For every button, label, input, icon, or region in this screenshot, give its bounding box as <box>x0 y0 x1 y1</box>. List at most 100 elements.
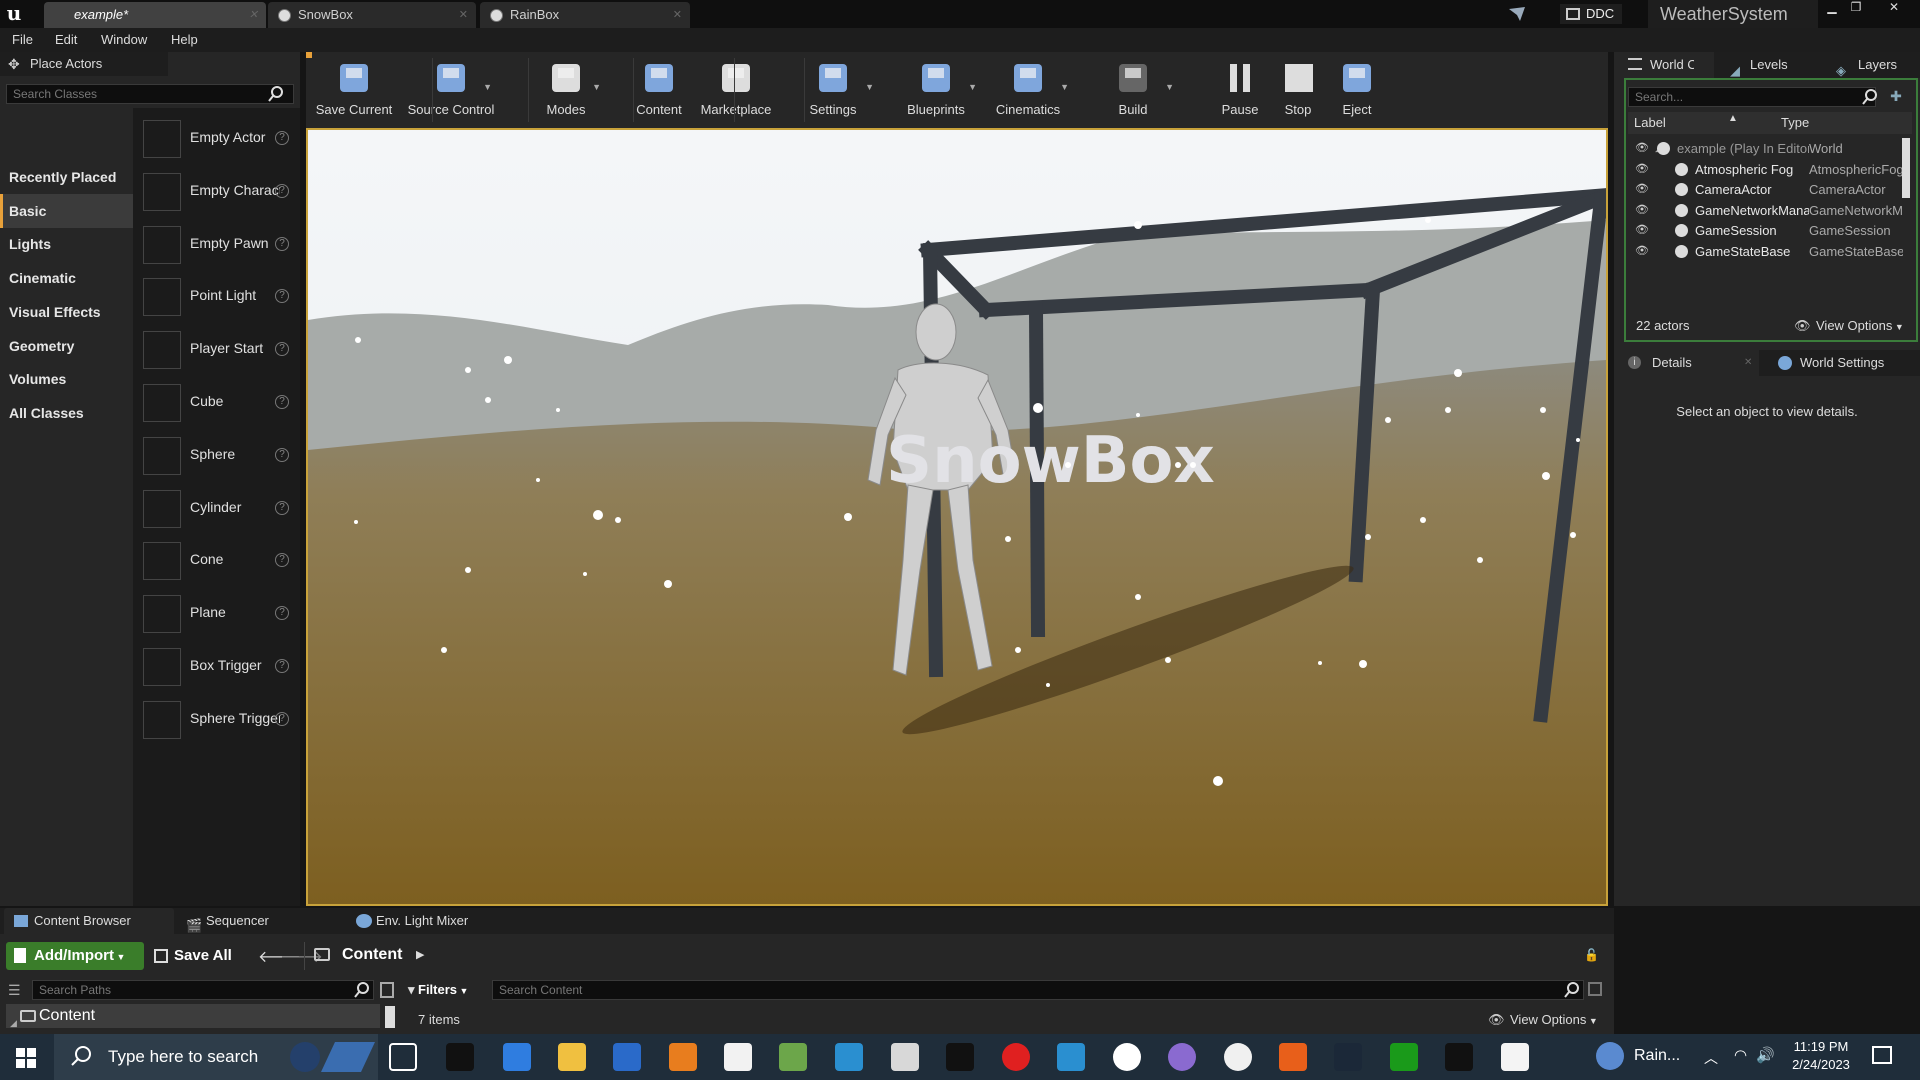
menu-edit[interactable]: Edit <box>55 32 77 47</box>
search-icon[interactable] <box>1862 89 1878 105</box>
notepad-icon[interactable] <box>1501 1043 1529 1071</box>
visibility-eye-icon[interactable]: 👁 <box>1635 159 1649 180</box>
actor-item-cube[interactable]: Cube? <box>140 378 295 426</box>
search-icon[interactable] <box>268 86 284 102</box>
tab-example[interactable]: example* ✕ <box>44 2 266 28</box>
level-viewport[interactable]: SnowBox <box>306 128 1608 906</box>
category-cinematic[interactable]: Cinematic <box>0 261 133 295</box>
source-control-button[interactable]: Source Control ▼ <box>406 52 496 128</box>
dropdown-arrow-icon[interactable]: ▼ <box>865 82 874 92</box>
unreal-logo-icon[interactable]: u <box>2 1 26 27</box>
xbox-icon[interactable] <box>1390 1043 1418 1071</box>
collections-icon[interactable] <box>380 982 394 998</box>
outliner-row[interactable]: 👁 GameSession GameSession <box>1631 220 1912 241</box>
tab-sequencer[interactable]: 🎬 Sequencer <box>176 908 342 934</box>
visibility-eye-icon[interactable]: 👁 <box>1635 179 1649 200</box>
help-icon[interactable]: ? <box>275 395 289 409</box>
tab-rainbox[interactable]: RainBox ✕ <box>480 2 690 28</box>
minecraft-icon[interactable] <box>779 1043 807 1071</box>
outliner-row[interactable]: 👁 GameStateBase GameStateBase <box>1631 241 1912 262</box>
github-icon[interactable] <box>1113 1043 1141 1071</box>
place-actors-tab[interactable]: ✥ Place Actors <box>0 52 168 76</box>
path-chevron-icon[interactable]: ▶ <box>416 948 424 961</box>
dropdown-arrow-icon[interactable]: ▼ <box>1060 82 1069 92</box>
minimize-button[interactable]: ▁ <box>1820 0 1844 16</box>
record-icon[interactable] <box>1002 1043 1030 1071</box>
cinematics-button[interactable]: Cinematics ▼ <box>983 52 1073 128</box>
weather-icon[interactable] <box>1596 1042 1624 1070</box>
tab-close-icon[interactable]: ✕ <box>1744 350 1752 376</box>
modes-button[interactable]: Modes ▼ <box>521 52 611 128</box>
search-paths-input[interactable]: Search Paths <box>32 980 374 1000</box>
add-folder-icon[interactable]: ✚ <box>1886 88 1906 106</box>
actor-item-empty-pawn[interactable]: Empty Pawn? <box>140 220 295 268</box>
tab-close-icon[interactable]: ✕ <box>459 2 468 28</box>
mail-client-icon[interactable] <box>891 1043 919 1071</box>
search-classes-input[interactable]: Search Classes <box>6 84 294 104</box>
tab-content-browser[interactable]: Content Browser <box>4 908 174 934</box>
weather-text[interactable]: Rain... <box>1634 1047 1680 1065</box>
help-icon[interactable]: ? <box>275 131 289 145</box>
vscode-icon[interactable] <box>1057 1043 1085 1071</box>
dropdown-arrow-icon[interactable]: ▼ <box>1165 82 1174 92</box>
github-desktop-icon[interactable] <box>1168 1043 1196 1071</box>
cb-view-options[interactable]: 👁 View Options ▼ <box>1488 1012 1608 1027</box>
task-view-icon[interactable] <box>389 1043 417 1071</box>
help-icon[interactable]: ? <box>275 236 289 251</box>
tab-close-icon[interactable]: ✕ <box>673 2 682 28</box>
filters-button[interactable]: ▾ Filters ▼ <box>408 980 490 1000</box>
outliner-row[interactable]: 👁 GameNetworkManagerGameNetworkManager <box>1631 200 1912 221</box>
dropdown-arrow-icon[interactable]: ▼ <box>483 82 492 92</box>
menu-window[interactable]: Window <box>101 32 147 47</box>
obs-icon[interactable] <box>1224 1043 1252 1071</box>
actor-item-box-trigger[interactable]: Box Trigger? <box>140 642 295 690</box>
notifications-icon[interactable] <box>1872 1046 1892 1064</box>
search-icon[interactable] <box>1564 982 1580 998</box>
windows-start-icon[interactable] <box>16 1048 36 1068</box>
category-lights[interactable]: Lights <box>0 227 133 261</box>
lock-icon[interactable]: 🔓 <box>1584 948 1599 962</box>
outliner-search-input[interactable]: Search... <box>1628 87 1876 107</box>
tab-close-icon[interactable]: ✕ <box>249 2 258 28</box>
maximize-button[interactable]: ❐ <box>1844 0 1868 16</box>
taskbar-search-input[interactable]: Type here to search <box>54 1034 378 1080</box>
blender-icon[interactable] <box>669 1043 697 1071</box>
actor-item-point-light[interactable]: Point Light? <box>140 272 295 320</box>
ddc-button[interactable]: DDC <box>1560 4 1623 24</box>
feedback-icon[interactable] <box>1508 6 1526 22</box>
terminal-icon[interactable] <box>446 1043 474 1071</box>
tab-levels[interactable]: ◢ Levels <box>1722 52 1818 78</box>
file-explorer-icon[interactable] <box>558 1043 586 1071</box>
outliner-row[interactable]: 👁 Atmospheric Fog AtmosphericFog <box>1631 159 1912 180</box>
search-icon[interactable] <box>354 982 370 998</box>
menu-file[interactable]: File <box>12 32 33 47</box>
col-type[interactable]: Type <box>1781 112 1861 134</box>
visibility-eye-icon[interactable]: 👁 <box>1635 220 1649 241</box>
tab-snowbox[interactable]: SnowBox ✕ <box>268 2 476 28</box>
help-icon[interactable]: ? <box>275 606 289 621</box>
category-basic[interactable]: Basic <box>0 193 133 228</box>
edge-browser-icon[interactable] <box>835 1043 863 1071</box>
help-icon[interactable]: ? <box>275 289 289 304</box>
marketplace-button[interactable]: Marketplace <box>691 52 781 128</box>
paint-icon[interactable] <box>724 1043 752 1071</box>
outliner-view-options[interactable]: 👁 View Options ▼ <box>1794 318 1910 333</box>
actor-item-empty-character[interactable]: Empty Character? <box>140 167 295 215</box>
path-content[interactable]: Content <box>342 946 402 964</box>
visibility-eye-icon[interactable]: 👁 <box>1635 138 1649 159</box>
actor-item-empty-actor[interactable]: Empty Actor? <box>140 114 295 162</box>
settings-button[interactable]: Settings ▼ <box>788 52 878 128</box>
category-recently-placed[interactable]: Recently Placed <box>0 160 133 194</box>
blueprints-button[interactable]: Blueprints ▼ <box>891 52 981 128</box>
save-current-button[interactable]: Save Current <box>309 52 399 128</box>
actor-item-sphere[interactable]: Sphere? <box>140 431 295 479</box>
help-icon[interactable]: ? <box>275 659 289 673</box>
menu-help[interactable]: Help <box>171 32 198 47</box>
steam-icon[interactable] <box>1334 1043 1362 1071</box>
help-icon[interactable]: ? <box>275 183 289 198</box>
epic-games-icon[interactable] <box>946 1043 974 1071</box>
close-window-button[interactable]: ✕ <box>1882 0 1906 16</box>
search-content-input[interactable]: Search Content <box>492 980 1584 1000</box>
dropdown-arrow-icon[interactable]: ▼ <box>968 82 977 92</box>
outliner-row[interactable]: 👁◢example (Play In Editor)World <box>1631 138 1912 159</box>
